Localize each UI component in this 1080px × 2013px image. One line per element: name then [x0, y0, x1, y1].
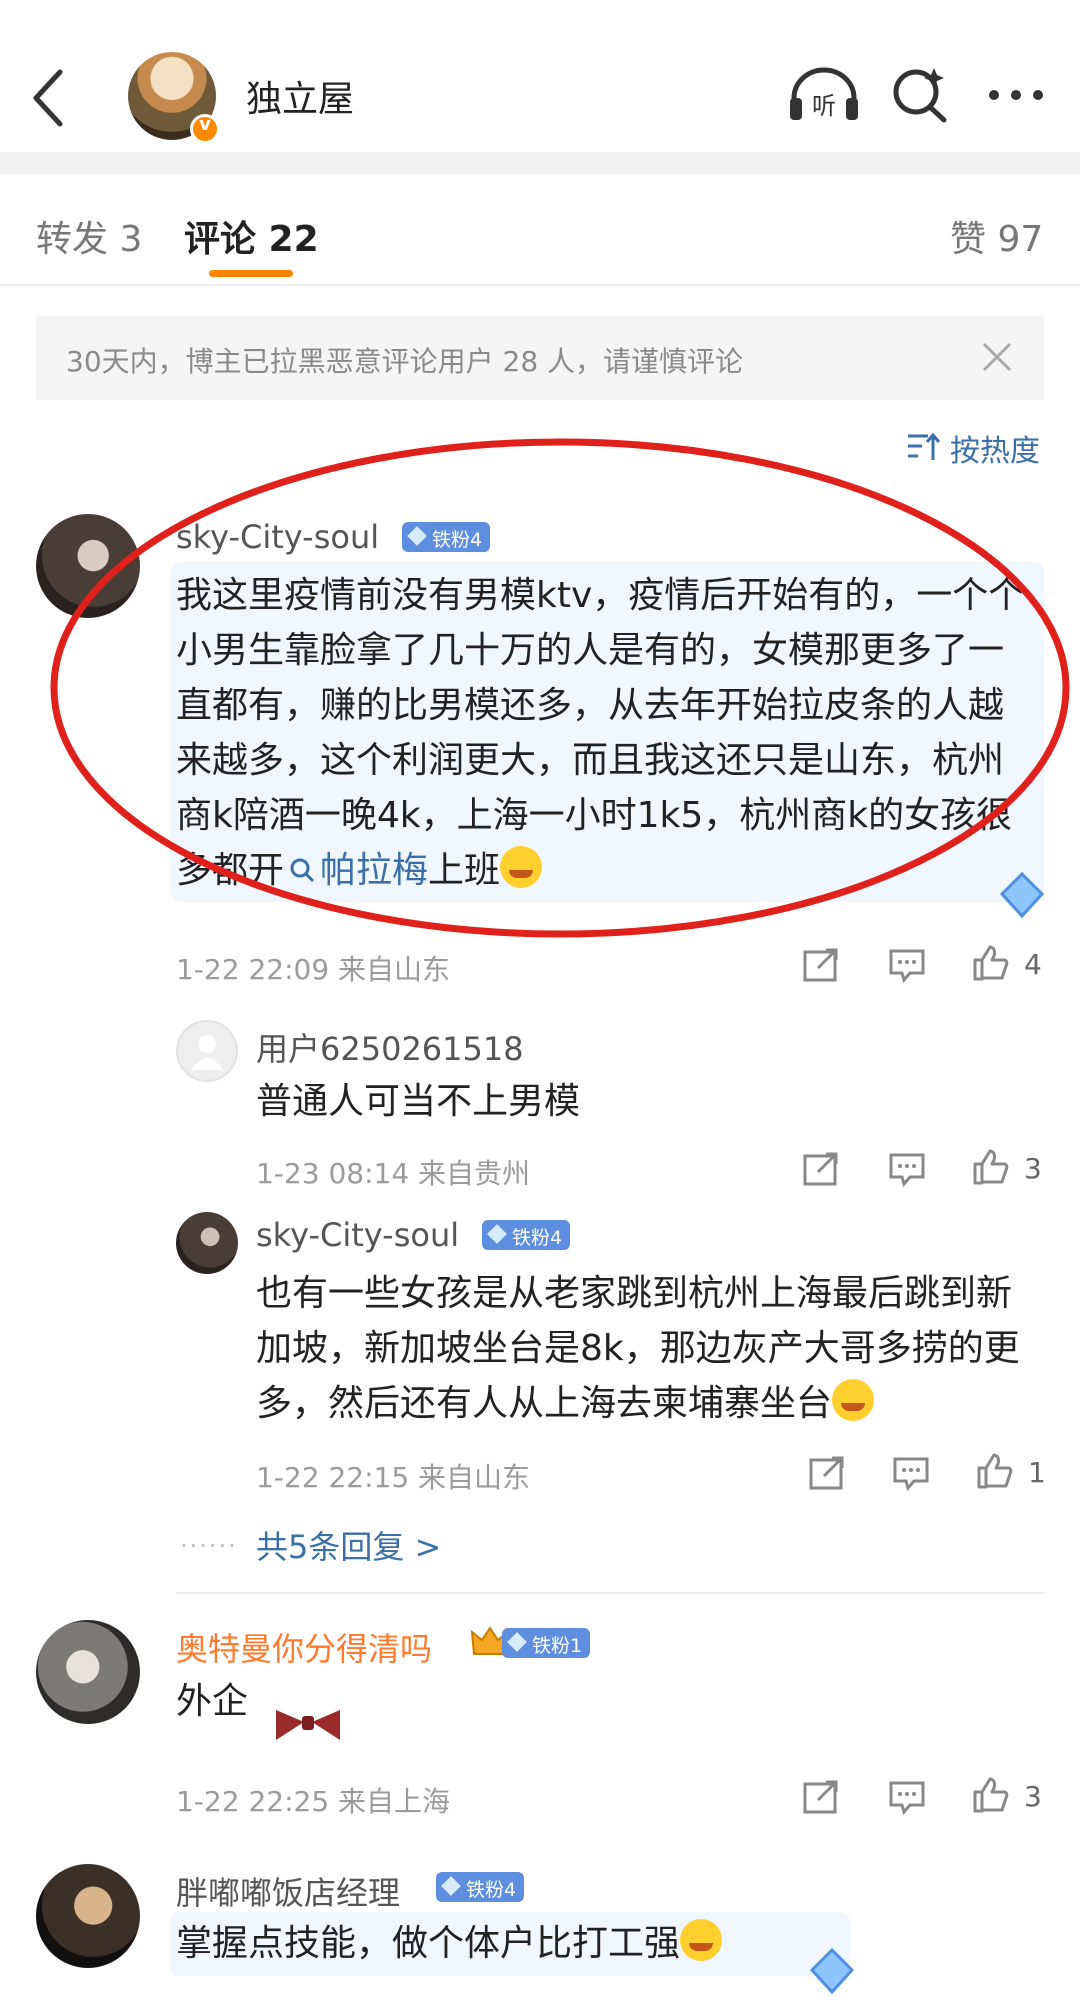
comment-divider: [176, 1592, 1044, 1594]
comment-icon[interactable]: [888, 1150, 926, 1188]
like-icon[interactable]: [972, 944, 1010, 982]
comment-text: 外企: [176, 1681, 249, 1722]
like-icon[interactable]: [976, 1452, 1014, 1490]
tab-reposts[interactable]: 转发 3: [36, 210, 142, 262]
comment-text: 掌握点技能，做个体户比打工强: [176, 1916, 876, 1971]
share-icon[interactable]: [802, 946, 840, 984]
like-icon[interactable]: [972, 1776, 1010, 1814]
sort-icon: [908, 432, 940, 460]
header-separator: [0, 152, 1080, 174]
like-icon[interactable]: [972, 1148, 1010, 1186]
like-count: 3: [1024, 1152, 1042, 1185]
replies-dots: ······: [180, 1532, 238, 1560]
back-arrow-icon[interactable]: [22, 62, 82, 132]
default-user-icon: [191, 1035, 223, 1070]
tab-comments[interactable]: 评论 22: [184, 210, 319, 262]
search-icon: [290, 858, 315, 883]
bowtie-sticker-icon: [276, 1710, 340, 1740]
topic-link-label: 帕拉梅: [320, 850, 429, 891]
commenter-name[interactable]: sky-City-soul: [256, 1216, 459, 1254]
comment-text-main: 我这里疫情前没有男模ktv，疫情后开始有的，一个个小男生靠脸拿了几十万的人是有的…: [176, 575, 1025, 891]
commenter-name[interactable]: 胖嘟嘟饭店经理: [176, 1868, 400, 1914]
topic-link[interactable]: 帕拉梅: [284, 850, 428, 891]
top-bar: 独立屋 听: [0, 0, 1080, 150]
like-count: 3: [1024, 1780, 1042, 1813]
avatar[interactable]: [36, 514, 140, 618]
fan-badge: 铁粉4: [482, 1220, 571, 1250]
fan-badge: 铁粉1: [502, 1628, 591, 1658]
more-options-icon[interactable]: [986, 80, 1046, 110]
reply-text: 也有一些女孩是从老家跳到杭州上海最后跳到新加坡，新加坡坐台是8k，那边灰产大哥多…: [256, 1266, 1046, 1431]
avatar[interactable]: [36, 1864, 140, 1968]
share-icon[interactable]: [808, 1454, 846, 1492]
headphones-listen-icon[interactable]: 听: [786, 64, 862, 124]
fan-badge: 铁粉4: [436, 1872, 525, 1902]
comment-text-main: 掌握点技能，做个体户比打工强: [176, 1923, 681, 1964]
notice-text: 30天内，博主已拉黑恶意评论用户 28 人，请谨慎评论: [66, 345, 744, 378]
notice-banner: 30天内，博主已拉黑恶意评论用户 28 人，请谨慎评论: [36, 316, 1044, 400]
like-count: 4: [1024, 948, 1042, 981]
avatar[interactable]: [176, 1212, 238, 1274]
active-tab-indicator: [209, 270, 293, 277]
fan-badge: 铁粉4: [402, 522, 491, 552]
listen-label: 听: [812, 92, 836, 120]
commenter-name[interactable]: sky-City-soul: [176, 518, 379, 556]
tab-likes[interactable]: 赞 97: [950, 210, 1043, 262]
comment-text: 我这里疫情前没有男模ktv，疫情后开始有的，一个个小男生靠脸拿了几十万的人是有的…: [176, 568, 1036, 898]
reply-meta: 1-23 08:14 来自贵州: [256, 1157, 531, 1190]
page-title: 独立屋: [246, 79, 355, 120]
comment-text-tail: 上班: [428, 850, 501, 891]
comment-meta: 1-22 22:25 来自上海: [176, 1785, 451, 1818]
close-icon[interactable]: [978, 338, 1016, 376]
share-icon[interactable]: [802, 1778, 840, 1816]
commenter-name[interactable]: 奥特曼你分得清吗: [176, 1624, 432, 1670]
verified-badge-icon: [190, 114, 220, 144]
tab-bar: 转发 3 评论 22 赞 97: [0, 174, 1080, 286]
reply-text: 普通人可当不上男模: [256, 1081, 581, 1122]
sort-label: 按热度: [950, 434, 1040, 469]
laughing-emoji-icon: [500, 846, 543, 888]
reply-meta: 1-22 22:15 来自山东: [256, 1461, 531, 1494]
diamond-sticker-icon: [999, 871, 1045, 919]
commenter-name[interactable]: 用户6250261518: [256, 1024, 524, 1070]
share-icon[interactable]: [802, 1150, 840, 1188]
thinking-emoji-icon: [680, 1919, 723, 1961]
laughing-emoji-icon: [832, 1379, 875, 1421]
comment-meta: 1-22 22:09 来自山东: [176, 953, 451, 986]
avatar[interactable]: [36, 1620, 140, 1724]
comment-icon[interactable]: [892, 1454, 930, 1492]
comment-icon[interactable]: [888, 946, 926, 984]
like-count: 1: [1028, 1456, 1046, 1489]
comment-icon[interactable]: [888, 1778, 926, 1816]
view-more-replies-link[interactable]: 共5条回复 >: [256, 1522, 441, 1568]
diamond-sticker-icon: [809, 1947, 855, 1995]
search-icon[interactable]: [890, 64, 950, 124]
reply-text-main: 也有一些女孩是从老家跳到杭州上海最后跳到新加坡，新加坡坐台是8k，那边灰产大哥多…: [256, 1273, 1020, 1424]
